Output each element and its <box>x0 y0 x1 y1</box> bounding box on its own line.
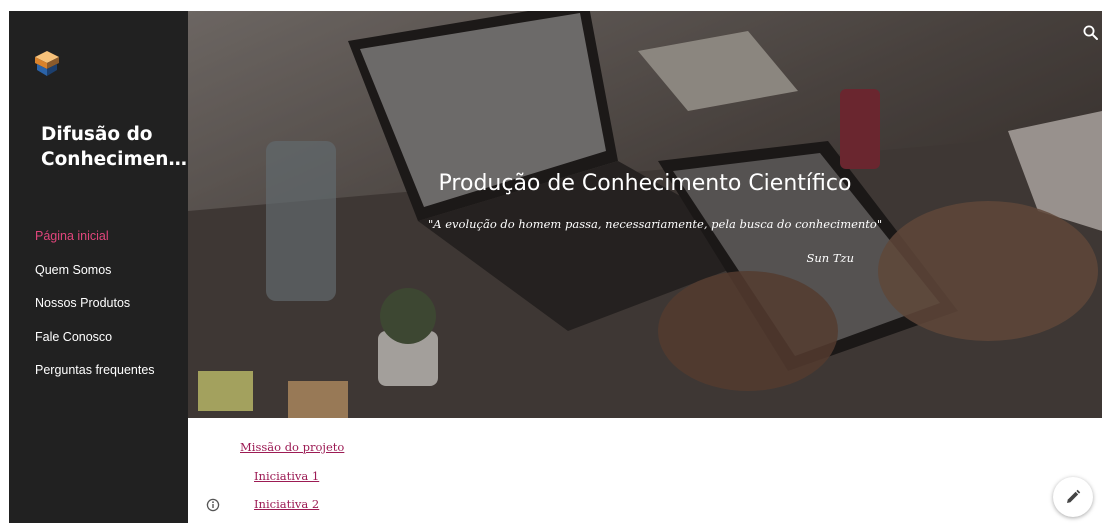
edit-button[interactable] <box>1053 477 1093 517</box>
hero-quote-author: Sun Tzu <box>806 251 854 265</box>
pencil-icon <box>1067 489 1081 503</box>
link-iniciativa-1[interactable]: Iniciativa 1 <box>254 469 319 483</box>
site-title[interactable]: Difusão do Conhecimen… <box>41 122 191 172</box>
sidebar-item-nossos-produtos[interactable]: Nossos Produtos <box>35 296 155 330</box>
sidebar-item-fale-conosco[interactable]: Fale Conosco <box>35 330 155 364</box>
sidebar-item-quem-somos[interactable]: Quem Somos <box>35 263 155 297</box>
hero-quote: "A evolução do homem passa, necessariame… <box>428 217 883 231</box>
top-strip <box>0 0 1102 11</box>
link-iniciativa-2[interactable]: Iniciativa 2 <box>254 497 319 511</box>
link-missao-do-projeto[interactable]: Missão do projeto <box>240 440 344 454</box>
hero-title: Produção de Conhecimento Científico <box>438 171 852 196</box>
layers-logo-icon[interactable] <box>33 49 61 79</box>
sidebar-item-perguntas-frequentes[interactable]: Perguntas frequentes <box>35 363 155 397</box>
search-icon[interactable] <box>1082 24 1100 42</box>
hero-banner: Produção de Conhecimento Científico "A e… <box>188 11 1102 418</box>
hero-overlay <box>188 11 1102 418</box>
info-icon[interactable] <box>206 498 220 512</box>
sidebar-item-pagina-inicial[interactable]: Página inicial <box>35 229 155 263</box>
sidebar: Difusão do Conhecimen… Página inicial Qu… <box>9 11 188 523</box>
sidebar-nav: Página inicial Quem Somos Nossos Produto… <box>35 229 155 397</box>
